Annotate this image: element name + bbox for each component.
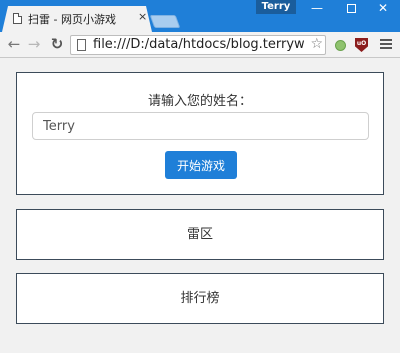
extension-icon[interactable]	[335, 40, 346, 51]
page-icon	[77, 39, 86, 51]
minefield-panel: 雷区	[16, 209, 384, 260]
reload-icon[interactable]: ↻	[48, 35, 66, 53]
ranking-label: 排行榜	[180, 291, 220, 306]
browser-toolbar: ← → ↻ file:///D:/data/htdocs/blog.terryw…	[0, 32, 400, 58]
ublock-icon[interactable]: uO	[355, 38, 368, 52]
forward-arrow-icon[interactable]: →	[25, 35, 43, 53]
start-game-button[interactable]: 开始游戏	[165, 151, 237, 179]
maximize-icon	[346, 4, 356, 13]
close-window-button[interactable]: ✕	[366, 0, 400, 18]
title-bar: 扫雷 - 网页小游戏 × Terry — ✕	[0, 0, 400, 32]
url-text[interactable]: file:///D:/data/htdocs/blog.terrywh.net	[93, 37, 305, 52]
address-bar[interactable]: file:///D:/data/htdocs/blog.terrywh.net …	[70, 35, 326, 55]
back-arrow-icon[interactable]: ←	[5, 35, 23, 53]
name-input[interactable]	[32, 112, 369, 140]
ranking-panel: 排行榜	[16, 273, 384, 324]
new-tab-button[interactable]	[149, 15, 181, 28]
profile-badge[interactable]: Terry	[256, 0, 296, 14]
minimize-button[interactable]: —	[300, 0, 334, 18]
minefield-label: 雷区	[186, 227, 213, 242]
login-panel: 请输入您的姓名： 开始游戏	[16, 72, 384, 195]
page-content: 请输入您的姓名： 开始游戏 雷区 排行榜	[0, 59, 400, 353]
maximize-button[interactable]	[334, 0, 368, 18]
tab-title: 扫雷 - 网页小游戏	[28, 13, 116, 26]
browser-tab[interactable]: 扫雷 - 网页小游戏 ×	[2, 6, 152, 32]
page-icon	[13, 13, 22, 24]
menu-icon[interactable]	[380, 39, 392, 51]
name-prompt: 请输入您的姓名：	[147, 94, 252, 109]
close-tab-icon[interactable]: ×	[138, 10, 147, 23]
bookmark-star-icon[interactable]: ☆	[310, 36, 323, 52]
